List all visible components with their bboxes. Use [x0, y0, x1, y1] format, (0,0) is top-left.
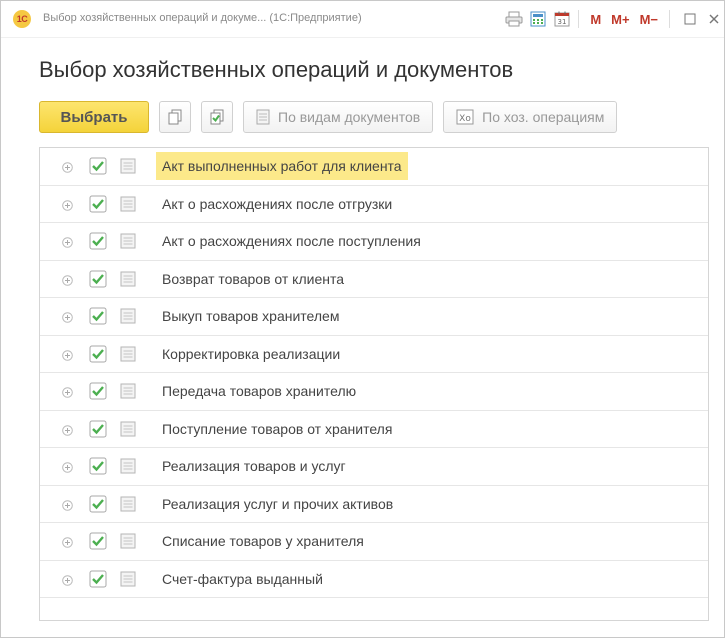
operations-list[interactable]: Акт выполненных работ для клиента Акт о р… [39, 147, 709, 621]
checkbox[interactable] [89, 420, 107, 438]
close-icon[interactable] [704, 9, 724, 29]
document-icon [120, 233, 136, 249]
list-item[interactable]: Выкуп товаров хранителем [40, 298, 708, 336]
title-bar-separator [669, 10, 670, 28]
document-icon [120, 571, 136, 587]
list-item[interactable]: Счет-фактура выданный [40, 561, 708, 598]
title-bar[interactable]: 1С Выбор хозяйственных операций и докуме… [1, 1, 724, 38]
checkbox[interactable] [89, 345, 107, 363]
list-item-label: Поступление товаров от хранителя [162, 420, 393, 437]
list-item-label: Корректировка реализации [162, 345, 341, 362]
checkbox[interactable] [89, 382, 107, 400]
toolbar: Выбрать По видам документов Xo По хоз. о… [39, 101, 627, 133]
list-item-label: Реализация услуг и прочих активов [162, 495, 394, 512]
copy-checked-button[interactable] [201, 101, 233, 133]
select-button[interactable]: Выбрать [39, 101, 149, 133]
list-item-label: Реализация товаров и услуг [162, 458, 346, 474]
expand-icon[interactable] [62, 498, 73, 511]
app-logo-icon: 1С [13, 10, 31, 28]
maximize-icon[interactable] [680, 9, 700, 29]
checkbox[interactable] [89, 232, 107, 250]
copy-button[interactable] [159, 101, 191, 133]
list-item[interactable]: Акт о расхождениях после поступления [40, 223, 708, 261]
document-icon [120, 421, 136, 437]
checkbox[interactable] [89, 307, 107, 325]
copy-checked-icon [210, 109, 224, 125]
document-icon [120, 533, 136, 549]
by-document-types-label: По видам документов [278, 109, 421, 125]
document-icon [120, 458, 136, 474]
checkbox[interactable] [89, 495, 107, 513]
list-item-label: Акт о расхождениях после поступления [162, 233, 421, 249]
checkbox[interactable] [89, 270, 107, 288]
document-icon [120, 346, 136, 362]
list-item[interactable]: Акт выполненных работ для клиента [40, 148, 708, 186]
list-item-label: Выкуп товаров хранителем [162, 308, 340, 324]
list-item[interactable]: Реализация товаров и услуг [40, 448, 708, 486]
list-item[interactable]: Передача товаров хранителю [40, 373, 708, 411]
dialog-window: 1С Выбор хозяйственных операций и докуме… [0, 0, 725, 638]
list-item-label: Акт о расхождениях после отгрузки [162, 195, 393, 212]
list-item[interactable]: Корректировка реализации [40, 336, 708, 373]
expand-icon[interactable] [62, 385, 73, 398]
expand-icon[interactable] [62, 423, 73, 436]
by-document-types-button[interactable]: По видам документов [243, 101, 434, 133]
calendar-icon[interactable]: 31 [552, 9, 572, 29]
memory-plus-button[interactable]: M+ [611, 12, 629, 27]
list-item-label: Акт выполненных работ для клиента [156, 152, 408, 180]
document-icon [120, 308, 136, 324]
checkbox[interactable] [89, 457, 107, 475]
memory-button[interactable]: M [590, 12, 601, 27]
expand-icon[interactable] [62, 573, 73, 586]
checkbox[interactable] [89, 195, 107, 213]
title-bar-controls: 31 M M+ M− [500, 9, 724, 29]
list-item[interactable]: Поступление товаров от хранителя [40, 411, 708, 448]
expand-icon[interactable] [62, 235, 73, 248]
svg-text:Xo: Xo [459, 114, 471, 124]
checkbox[interactable] [89, 532, 107, 550]
svg-text:31: 31 [558, 18, 567, 26]
calculator-icon[interactable] [528, 9, 548, 29]
operations-icon: Xo [456, 109, 474, 125]
expand-icon[interactable] [62, 460, 73, 473]
list-item[interactable]: Списание товаров у хранителя [40, 523, 708, 561]
checkbox[interactable] [89, 570, 107, 588]
document-icon [120, 196, 136, 212]
list-item[interactable]: Реализация услуг и прочих активов [40, 486, 708, 523]
document-icon [120, 158, 136, 174]
document-icon [120, 383, 136, 399]
document-icon [120, 271, 136, 287]
list-item[interactable]: Акт о расхождениях после отгрузки [40, 186, 708, 223]
print-icon[interactable] [504, 9, 524, 29]
document-icon [120, 496, 136, 512]
by-operations-button[interactable]: Xo По хоз. операциям [443, 101, 618, 133]
expand-icon[interactable] [62, 310, 73, 323]
checkbox[interactable] [89, 157, 107, 175]
expand-icon[interactable] [62, 198, 73, 211]
expand-icon[interactable] [62, 348, 73, 361]
list-item-label: Списание товаров у хранителя [162, 533, 364, 549]
document-list-icon [256, 109, 270, 125]
window-title: Выбор хозяйственных операций и докуме...… [43, 12, 362, 24]
by-operations-label: По хоз. операциям [482, 109, 605, 125]
list-item-label: Передача товаров хранителю [162, 383, 357, 399]
expand-icon[interactable] [62, 160, 73, 173]
list-item-label: Возврат товаров от клиента [162, 270, 345, 287]
title-bar-separator [578, 10, 580, 28]
memory-minus-button[interactable]: M− [640, 12, 658, 27]
expand-icon[interactable] [62, 273, 73, 286]
copy-icon [168, 109, 182, 125]
list-item-label: Счет-фактура выданный [162, 570, 323, 587]
page-title: Выбор хозяйственных операций и документо… [39, 57, 514, 82]
expand-icon[interactable] [62, 535, 73, 548]
list-item[interactable]: Возврат товаров от клиента [40, 261, 708, 298]
